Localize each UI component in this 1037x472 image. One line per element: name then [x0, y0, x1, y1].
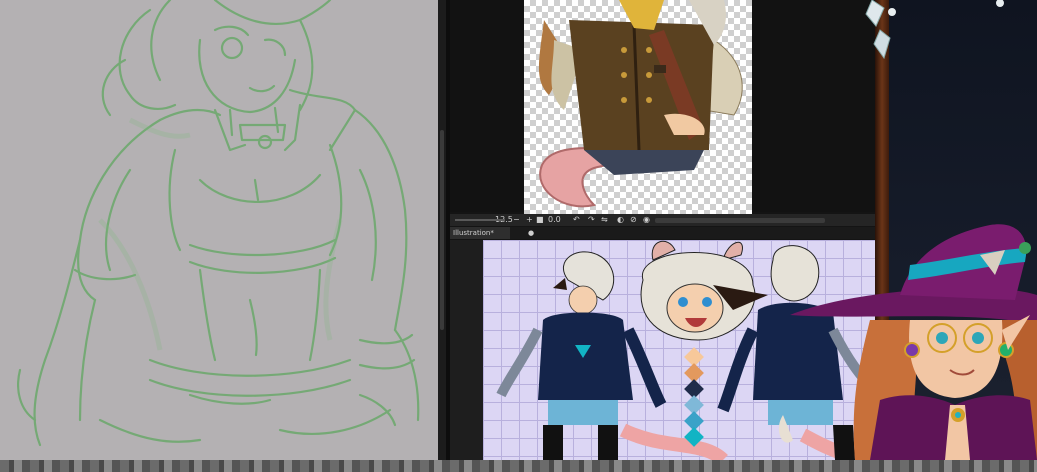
hanging-crystals-decoration [865, 0, 896, 60]
fit-icon[interactable]: ◉ [643, 214, 650, 226]
scrollbar-thumb[interactable] [440, 130, 444, 330]
reset-icon[interactable]: ⊘ [630, 214, 637, 226]
reference-image [524, 0, 752, 216]
streamer-avatar-witch [790, 224, 1037, 460]
rotate-left-icon[interactable]: ↶ [573, 214, 580, 226]
zoom-in-button[interactable]: + [526, 214, 533, 226]
rotate-right-icon[interactable]: ↷ [588, 214, 595, 226]
reference-character [539, 0, 743, 208]
flip-icon[interactable]: ⇋ [601, 214, 608, 226]
sketch-drawing [17, 0, 420, 447]
crystal-decoration-small [996, 0, 1004, 7]
left-canvas-sketch[interactable] [0, 0, 440, 460]
rotate-stop-icon[interactable]: ■ [536, 214, 544, 226]
zoom-out-button[interactable]: − [513, 214, 520, 226]
stone-border-bottom [0, 460, 1037, 472]
zoom-slider[interactable] [455, 219, 505, 221]
tab-close-icon[interactable]: ● [528, 227, 536, 239]
head-closeup [640, 240, 768, 341]
rotation-value[interactable]: 0.0 [548, 214, 561, 226]
color-palette-swatches [684, 347, 704, 447]
left-canvas-scrollbar[interactable] [438, 0, 446, 460]
mirror-icon[interactable]: ◐ [617, 214, 624, 226]
tab-illustration[interactable]: Illustration* [450, 227, 510, 239]
